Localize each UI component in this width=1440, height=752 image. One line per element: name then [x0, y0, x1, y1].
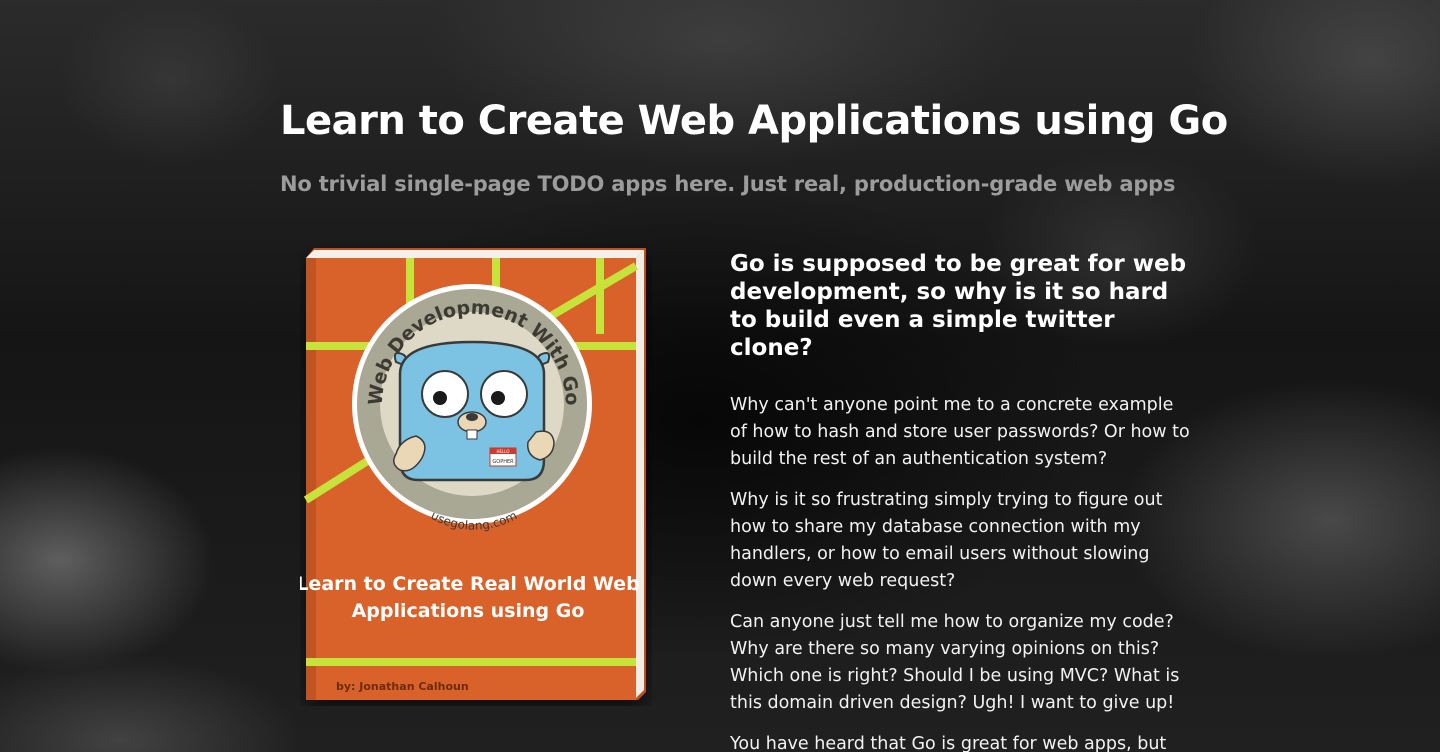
- pitch-heading: Go is supposed to be great for web devel…: [730, 251, 1187, 361]
- svg-text:GOPHER: GOPHER: [492, 459, 514, 465]
- gopher-mascot-icon: HELLO GOPHER: [393, 340, 555, 482]
- cover-title-line-2: Applications using Go: [352, 600, 585, 622]
- pitch-copy: Go is supposed to be great for web devel…: [730, 250, 1192, 752]
- pitch-paragraph-3: Can anyone just tell me how to organize …: [730, 612, 1180, 713]
- pitch-paragraph-2: Why is it so frustrating simply trying t…: [730, 490, 1163, 591]
- hero-section: Learn to Create Web Applications using G…: [0, 0, 1440, 752]
- cover-author: by: Jonathan Calhoun: [336, 680, 469, 693]
- cover-title-line-1: Learn to Create Real World Web: [300, 573, 640, 595]
- book-cover-illustration: Web Development With Go usegolang.com HE…: [300, 248, 646, 700]
- svg-text:HELLO: HELLO: [497, 449, 510, 454]
- pitch-paragraph-4: You have heard that Go is great for web …: [730, 734, 1167, 752]
- book-cover-image: Web Development With Go usegolang.com HE…: [300, 244, 652, 706]
- page-subtitle: No trivial single-page TODO apps here. J…: [280, 172, 1176, 196]
- name-tag: HELLO GOPHER: [489, 447, 517, 467]
- pitch-paragraph-1: Why can't anyone point me to a concrete …: [730, 395, 1190, 469]
- page-title: Learn to Create Web Applications using G…: [280, 98, 1228, 144]
